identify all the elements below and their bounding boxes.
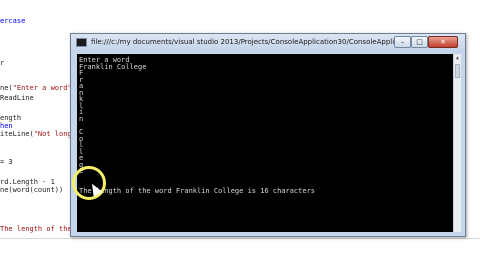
console-scrollbar[interactable]: ▲ xyxy=(453,54,461,232)
console-title: file:///c:/my documents/visual studio 20… xyxy=(91,38,434,46)
code-token: ReadLine xyxy=(0,94,34,102)
code-line: hen xyxy=(0,122,13,130)
console-app-icon xyxy=(76,38,87,47)
code-token: ercase xyxy=(0,17,26,25)
maximize-button[interactable]: □ xyxy=(411,36,428,48)
code-line: ne(word(count)) xyxy=(0,186,63,194)
console-output[interactable]: Enter a word Franklin College Fr a n k l i n Col… xyxy=(77,54,453,232)
console-line: Franklin College xyxy=(79,62,147,71)
code-line: r xyxy=(0,59,4,67)
code-line: ne("Enter a word") xyxy=(0,84,76,92)
code-line: The length of the xyxy=(0,225,72,233)
code-line: = 3 xyxy=(0,158,13,166)
code-line: ReadLine xyxy=(0,94,34,102)
code-line: iteLine("Not long e xyxy=(0,130,80,138)
code-token: "Enter a word" xyxy=(12,84,72,92)
code-line: rd.Length - 1 xyxy=(0,178,55,186)
code-line: ercase xyxy=(0,17,25,25)
console-line: The length of the word Franklin College … xyxy=(79,187,316,195)
code-token: ength xyxy=(0,114,22,122)
scroll-up-arrow-icon[interactable]: ▲ xyxy=(454,54,461,62)
minimize-button[interactable]: – xyxy=(394,36,411,48)
console-window[interactable]: file:///c:/my documents/visual studio 20… xyxy=(70,33,466,237)
code-token: ne( xyxy=(0,84,13,92)
code-token: The length of the xyxy=(0,225,72,233)
editor-divider xyxy=(0,238,480,239)
code-line: ength xyxy=(0,114,21,122)
console-titlebar[interactable]: file:///c:/my documents/visual studio 20… xyxy=(71,34,465,52)
scroll-thumb[interactable] xyxy=(455,64,460,78)
code-token: r xyxy=(0,59,5,67)
code-token: iteLine( xyxy=(0,130,34,138)
cursor-highlight-ring xyxy=(72,166,106,200)
code-token: rd.Length - 1 xyxy=(0,178,55,186)
close-button[interactable]: ✕ xyxy=(428,36,458,48)
code-token: hen xyxy=(0,122,13,130)
code-token: = 3 xyxy=(0,158,13,166)
code-token: ne(word(count)) xyxy=(0,186,64,194)
